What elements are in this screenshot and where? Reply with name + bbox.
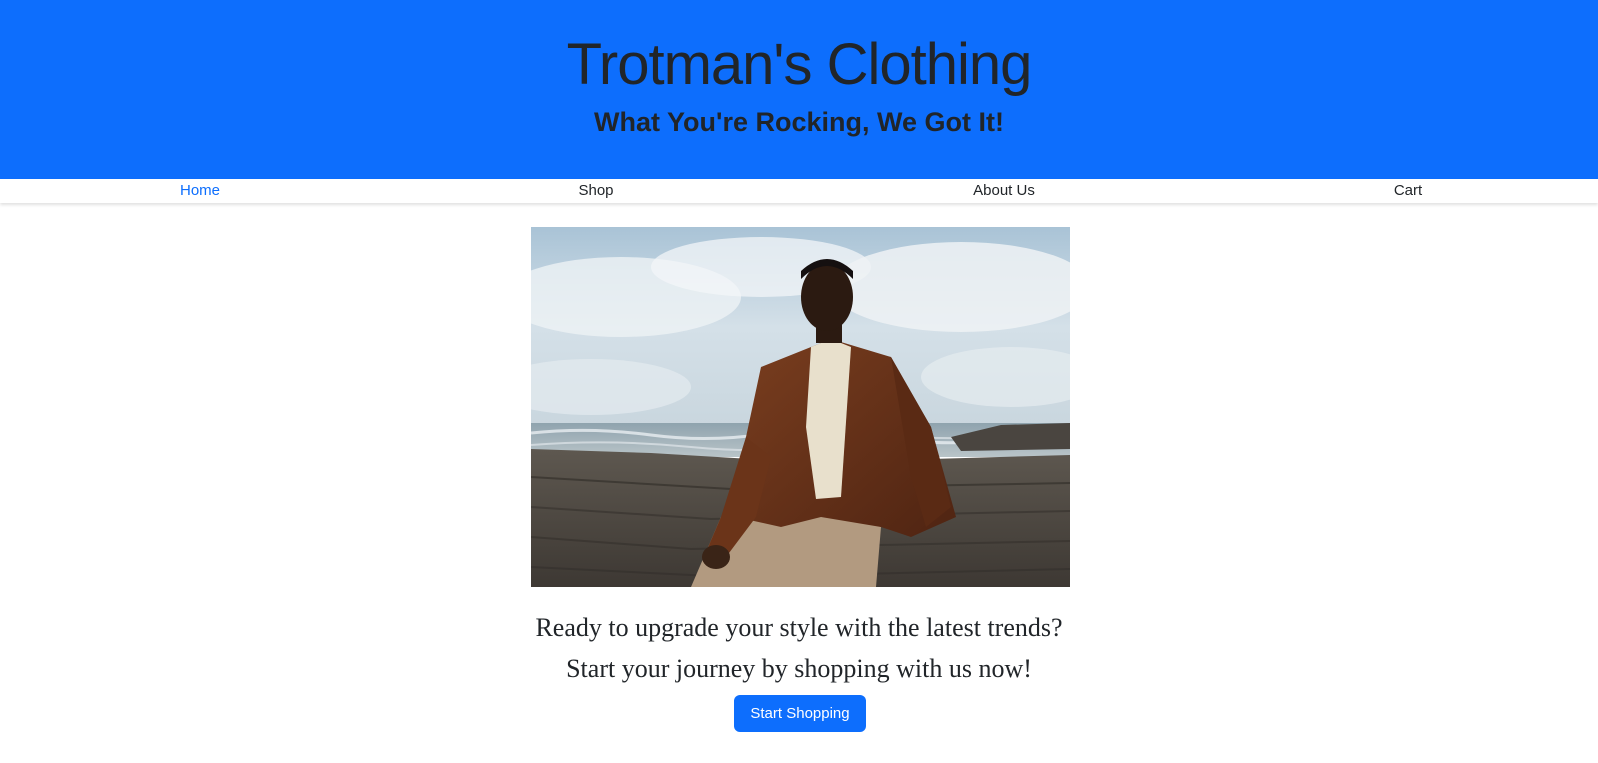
start-shopping-button[interactable]: Start Shopping	[734, 695, 866, 732]
nav-item-shop[interactable]: Shop	[578, 181, 613, 201]
nav-item-home[interactable]: Home	[180, 181, 220, 201]
cta-subline: Start your journey by shopping with us n…	[566, 654, 1032, 683]
site-header: Trotman's Clothing What You're Rocking, …	[0, 0, 1598, 179]
nav-item-cart[interactable]: Cart	[1394, 181, 1422, 201]
site-tagline: What You're Rocking, We Got It!	[594, 107, 1004, 137]
hero-image	[531, 227, 1070, 587]
cta-headline: Ready to upgrade your style with the lat…	[535, 613, 1063, 642]
main-nav: Home Shop About Us Cart	[0, 179, 1598, 203]
nav-item-about-us[interactable]: About Us	[973, 181, 1035, 201]
site-title: Trotman's Clothing	[566, 32, 1033, 97]
